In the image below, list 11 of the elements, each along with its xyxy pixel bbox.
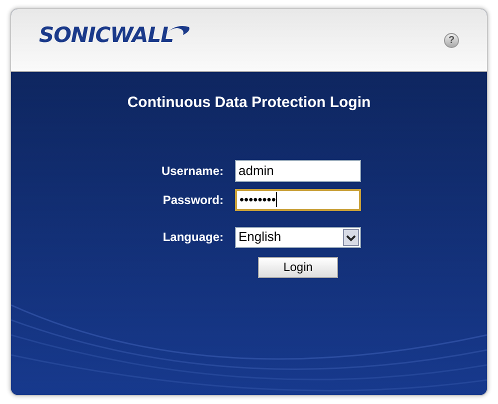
field-label: Username: [160, 162, 224, 180]
field-label: Password: [162, 192, 224, 208]
help-button[interactable]: ? [444, 32, 459, 48]
chevron-down-icon [342, 228, 358, 246]
login-title: Continuous Data Protection Login [127, 93, 371, 113]
logo-text: SONICWALL [39, 22, 174, 50]
language-dropdown[interactable]: English [234, 226, 360, 248]
password-field[interactable]: •••••••• [234, 188, 360, 210]
username-field[interactable]: admin [234, 160, 360, 182]
field-label: Language: [162, 229, 224, 246]
login-button[interactable]: Login [258, 256, 338, 278]
